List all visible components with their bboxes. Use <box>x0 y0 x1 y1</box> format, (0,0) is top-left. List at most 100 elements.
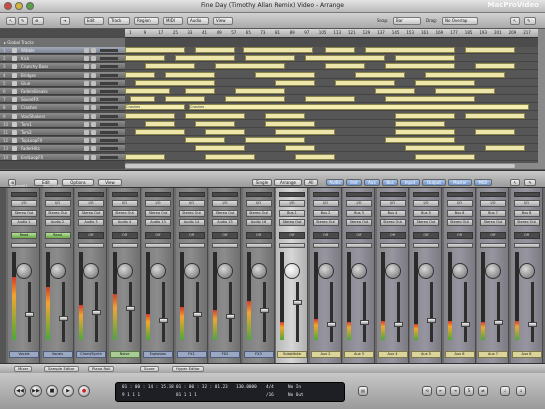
volume-fader[interactable] <box>360 282 369 342</box>
volume-fader[interactable] <box>527 282 537 342</box>
fader-cap[interactable] <box>58 316 68 321</box>
pan-knob[interactable] <box>116 263 133 279</box>
channel-name[interactable]: Aux 5 <box>411 351 441 358</box>
audio-region[interactable] <box>415 79 475 86</box>
mute-button[interactable] <box>84 154 89 160</box>
fader-cap[interactable] <box>527 322 537 327</box>
vertical-scrollbar[interactable] <box>538 29 545 169</box>
volume-fader[interactable] <box>427 282 436 342</box>
track-header[interactable]: 2 Kick <box>0 55 125 63</box>
fader-cap[interactable] <box>259 308 269 313</box>
mute-button[interactable] <box>84 56 89 62</box>
volume-fader[interactable] <box>159 282 168 342</box>
audio-region[interactable] <box>385 63 455 70</box>
channel-strip[interactable]: I/O Stereo Out Audio 3 Off Chord/Synth <box>75 188 107 363</box>
eq-thumbnail[interactable] <box>379 192 406 197</box>
channel-slot[interactable]: Audio 1 <box>11 219 37 226</box>
audio-region[interactable] <box>475 129 515 135</box>
menu-view[interactable]: View <box>213 17 233 25</box>
filter-inst-button[interactable]: Inst <box>346 179 362 186</box>
output-slot[interactable]: Stereo Out <box>111 210 138 217</box>
mute-button[interactable] <box>84 80 89 86</box>
automation-mode-select[interactable]: Off <box>245 232 272 239</box>
eq-thumbnail[interactable] <box>11 192 37 197</box>
volume-fader[interactable] <box>494 282 503 342</box>
output-slot[interactable]: Stereo Out <box>178 210 205 217</box>
filter-midi-button[interactable]: MIDI <box>474 179 492 186</box>
audio-region[interactable]: Crashes <box>189 104 529 111</box>
channel-name[interactable]: Aux 7 <box>478 351 508 358</box>
fader-cap[interactable] <box>226 314 235 319</box>
track-lanes[interactable]: Crashes Crashes <box>125 47 538 165</box>
solo-button[interactable] <box>91 146 96 152</box>
group-slot[interactable] <box>413 243 439 248</box>
channel-strip[interactable]: I/O Stereo Out Audio 2 Read Vocals <box>41 188 74 363</box>
track-header[interactable]: 13 FaderHits <box>0 145 125 153</box>
group-slot[interactable] <box>145 243 171 248</box>
audio-region[interactable] <box>185 137 225 144</box>
volume-fader[interactable] <box>393 282 403 342</box>
filter-output-button[interactable]: Output <box>422 179 446 186</box>
track-lane[interactable] <box>125 145 538 153</box>
audio-region[interactable] <box>235 88 285 94</box>
fader-cap[interactable] <box>159 318 168 323</box>
filter-bus-button[interactable]: Bus <box>382 179 398 186</box>
pan-knob[interactable] <box>351 263 367 279</box>
rewind-button[interactable]: ◀◀ <box>14 385 26 397</box>
audio-region[interactable] <box>385 137 455 144</box>
eq-thumbnail[interactable] <box>245 192 272 197</box>
volume-fader[interactable] <box>326 282 336 342</box>
solo-button[interactable] <box>91 97 96 103</box>
horizontal-scrollbar[interactable] <box>125 163 538 169</box>
audio-region[interactable] <box>475 63 515 70</box>
view-single-button[interactable]: Single <box>252 179 272 186</box>
eq-thumbnail[interactable] <box>312 192 339 197</box>
audio-region[interactable] <box>305 55 385 62</box>
metronome-button[interactable]: ♩ <box>500 386 510 396</box>
channel-strip[interactable]: I/O Bus 3 Stereo Out Off Aux 3 <box>343 188 375 363</box>
volume-fader[interactable] <box>192 282 202 342</box>
fader-cap[interactable] <box>192 312 202 317</box>
channel-name[interactable]: FX3 <box>243 351 274 358</box>
audio-region[interactable] <box>305 96 355 103</box>
automation-mode-select[interactable]: Off <box>312 232 339 239</box>
filter-input-button[interactable]: Input <box>400 179 420 186</box>
fader-cap[interactable] <box>293 300 302 305</box>
audio-region[interactable] <box>355 71 405 78</box>
group-slot[interactable] <box>279 243 305 248</box>
catch-icon[interactable]: ⇥ <box>60 17 70 25</box>
group-slot[interactable] <box>346 243 372 248</box>
output-slot[interactable]: Bus 1 <box>279 210 305 217</box>
audio-region[interactable] <box>125 153 165 160</box>
output-slot[interactable]: Stereo Out <box>245 210 272 217</box>
fader-cap[interactable] <box>427 318 436 323</box>
audio-region[interactable] <box>243 47 313 53</box>
pan-knob[interactable] <box>418 263 434 279</box>
filter-audio-button[interactable]: Audio <box>326 179 344 186</box>
channel-strip[interactable]: I/O Bus 2 Stereo Out Off Aux 2 <box>309 188 342 363</box>
eq-thumbnail[interactable] <box>480 192 506 197</box>
audio-region[interactable] <box>335 79 395 86</box>
filter-master-button[interactable]: Master <box>448 179 472 186</box>
mixer-menu-view[interactable]: View <box>98 179 122 186</box>
solo-button[interactable] <box>91 80 96 86</box>
track-header[interactable]: 9 Vox/Shakers <box>0 112 125 120</box>
fader-cap[interactable] <box>460 322 470 327</box>
audio-region[interactable] <box>135 129 185 135</box>
mute-button[interactable] <box>84 113 89 119</box>
audio-region[interactable] <box>135 79 215 86</box>
solo-button[interactable] <box>91 64 96 70</box>
audio-region[interactable] <box>195 145 245 152</box>
group-slot[interactable] <box>178 243 205 248</box>
audio-region[interactable] <box>285 145 315 152</box>
filter-aux-button[interactable]: Aux <box>364 179 380 186</box>
group-slot[interactable] <box>379 243 406 248</box>
channel-slot[interactable]: Stereo Out <box>312 219 339 226</box>
channel-name[interactable]: Vocals <box>9 351 39 358</box>
pointer-tool-icon[interactable]: ↖ <box>510 17 520 25</box>
channel-name[interactable]: Aux 6 <box>444 351 475 358</box>
output-slot[interactable]: Bus 7 <box>480 210 506 217</box>
audio-region[interactable] <box>130 96 155 103</box>
output-slot[interactable]: Bus 2 <box>312 210 339 217</box>
eq-thumbnail[interactable] <box>513 192 540 197</box>
